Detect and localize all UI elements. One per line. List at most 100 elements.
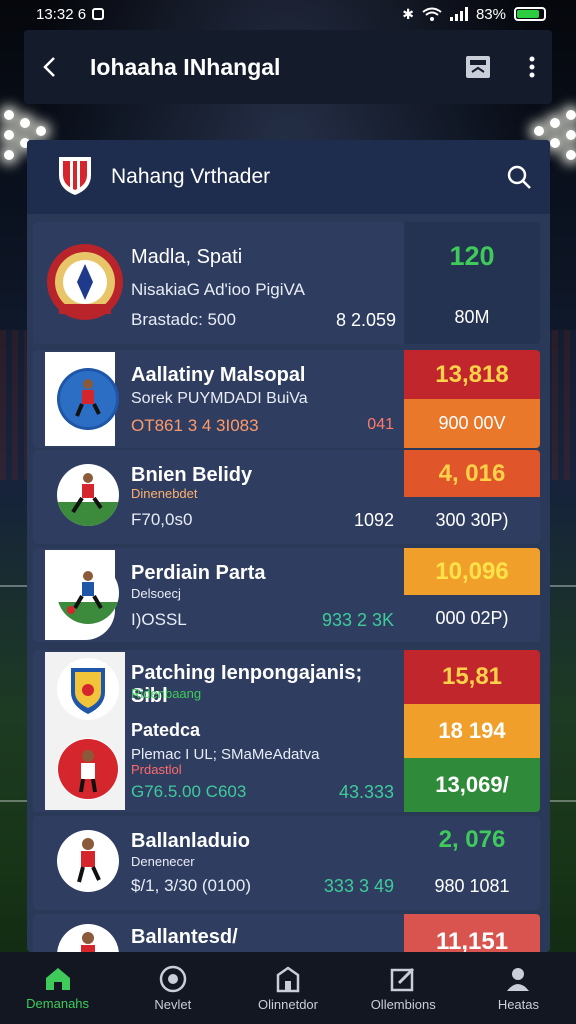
player-name: Perdiain Parta: [131, 562, 266, 584]
club-crest-icon: [55, 153, 95, 202]
player-value-cell: 11,151: [404, 914, 540, 952]
player-avatar: [57, 738, 119, 800]
player-subtitle: Plemac I UL; SMaMeAdatva: [131, 746, 320, 763]
player-value-cell: 10,096: [404, 548, 540, 595]
player-stats: OT861 3 4 3I083: [131, 416, 259, 435]
nav-label: Nevlet: [154, 996, 192, 1012]
player-number: 333 3 49: [323, 876, 394, 896]
player-stats: I)OSSL: [131, 610, 187, 629]
player-row[interactable]: Patching Ienpongajanis; Sibl Ridenbaang …: [33, 650, 540, 812]
player-value: 10,096: [435, 557, 509, 585]
featured-team-card[interactable]: Madla, Spati NisakiaG Ad'ioo PigiVA Bras…: [33, 222, 540, 344]
bluetooth-icon: ✱: [402, 5, 414, 22]
player-value-sub: 980 1081: [434, 876, 510, 896]
standings-panel: Nahang Vrthader Madla, Spati NisakiaG Ad…: [27, 140, 550, 952]
ball-icon: [159, 965, 187, 992]
nav-home[interactable]: Demanahs: [0, 952, 115, 1024]
player-tag: Delsoecj: [131, 586, 181, 601]
player-value-sub: 300 30P): [435, 510, 509, 530]
player-value-cell: 13,818: [404, 350, 540, 399]
player-delta: 041: [367, 416, 394, 433]
nav-label: Heatas: [497, 996, 540, 1012]
player-value-sub-cell: 980 1081: [404, 863, 540, 910]
player-number: 933 2 3K: [321, 610, 394, 630]
search-icon[interactable]: [506, 164, 532, 190]
wifi-icon: [422, 7, 442, 21]
player-tag-secondary: Prdastlol: [131, 762, 182, 777]
player-avatar: [57, 830, 119, 892]
player-name: Ballanladuio: [131, 830, 250, 852]
nav-label: Ollembions: [370, 996, 436, 1012]
team-value-sub-cell: 80M: [404, 291, 540, 344]
player-value-sub: 900 00V: [438, 413, 506, 433]
player-value: 15,81: [441, 663, 503, 690]
team-value-sub: 80M: [454, 306, 490, 327]
player-avatar: [57, 562, 119, 624]
player-row[interactable]: Ballantesd/ 11,151: [33, 914, 540, 952]
player-value: 2, 076: [438, 825, 506, 853]
player-value-sub-cell: 900 00V: [404, 399, 540, 448]
player-avatar: [57, 924, 119, 952]
player-value-2: 18 194: [438, 718, 506, 743]
player-value-cell-3: 13,069/: [404, 758, 540, 812]
player-value: 13,818: [435, 360, 509, 388]
player-value-sub: 000 02P): [435, 608, 509, 628]
player-avatar: [57, 464, 119, 526]
player-value: 11,151: [435, 928, 509, 952]
player-number: 43.333: [338, 782, 394, 802]
nav-clubs[interactable]: Olinnetdor: [230, 952, 345, 1024]
archive-icon[interactable]: [464, 54, 492, 80]
status-time: 13:32 6: [36, 5, 87, 23]
player-avatar: [57, 368, 119, 430]
team-crest-icon: [45, 238, 125, 320]
player-subtitle: Sorek PUYMDADI BuiVa: [131, 390, 308, 407]
building-icon: [276, 965, 300, 992]
team-value: 120: [449, 240, 495, 271]
bottom-navigation: Demanahs Nevlet Olinnetdor Ollembions He…: [0, 952, 576, 1024]
more-options-icon[interactable]: [528, 55, 536, 79]
player-value-sub-cell: 300 30P): [404, 497, 540, 544]
player-name-secondary: Patedca: [131, 720, 201, 740]
player-row[interactable]: Perdiain Parta Delsoecj I)OSSL 933 2 3K …: [33, 548, 540, 642]
player-name: Ballantesd/: [131, 926, 238, 948]
player-name: Bnien Belidy: [131, 464, 253, 486]
player-value-sub-cell: 000 02P): [404, 595, 540, 642]
player-row[interactable]: Ballanladuio Denenecer $/1, 3/30 (0100) …: [33, 816, 540, 910]
team-meta-number: 8 2.059: [335, 310, 396, 330]
battery-icon: [514, 7, 546, 21]
player-value-cell: 2, 076: [404, 816, 540, 863]
player-name: Patching Ienpongajanis; Sibl: [131, 662, 363, 707]
team-meta: Brastadc: 500: [131, 310, 236, 329]
player-value-cell: 4, 016: [404, 450, 540, 497]
nav-matches[interactable]: Nevlet: [115, 952, 230, 1024]
profile-icon: [507, 967, 530, 991]
nav-profile[interactable]: Heatas: [461, 952, 576, 1024]
edit-icon: [390, 967, 415, 991]
team-value-cell: 120: [404, 222, 540, 291]
player-stats: $/1, 3/30 (0100): [131, 876, 252, 895]
page-title: Iohaaha INhangal: [90, 53, 281, 80]
player-row[interactable]: Aallatiny Malsopal Sorek PUYMDADI BuiVa …: [33, 350, 540, 448]
player-number: 1092: [353, 510, 394, 530]
back-icon[interactable]: [40, 55, 60, 79]
player-stats: G76.5.00 C603: [131, 782, 247, 801]
nav-label: Olinnetdor: [258, 996, 318, 1012]
nav-label: Demanahs: [26, 995, 90, 1011]
panel-title: Nahang Vrthader: [111, 165, 271, 188]
player-value-cell-2: 18 194: [404, 704, 540, 758]
player-value: 4, 016: [438, 459, 506, 487]
club-badge-icon: [57, 658, 119, 720]
player-name: Aallatiny Malsopal: [131, 364, 306, 386]
status-bar: 13:32 6 ✱ 83%: [0, 0, 576, 28]
app-bar: Iohaaha INhangal: [24, 30, 552, 104]
team-subtitle: NisakiaG Ad'ioo PigiVA: [131, 280, 305, 299]
player-row[interactable]: Bnien Belidy Dinenebdet F70,0s0 1092 4, …: [33, 450, 540, 544]
nav-edit[interactable]: Ollembions: [346, 952, 461, 1024]
player-tag: Ridenbaang: [131, 686, 202, 701]
player-value-3: 13,069/: [435, 772, 509, 797]
panel-header: Nahang Vrthader: [27, 140, 550, 214]
player-stats: F70,0s0: [131, 510, 193, 529]
player-tag: Dinenebdet: [131, 486, 198, 501]
notification-icon: [92, 8, 105, 20]
home-icon: [45, 967, 70, 990]
